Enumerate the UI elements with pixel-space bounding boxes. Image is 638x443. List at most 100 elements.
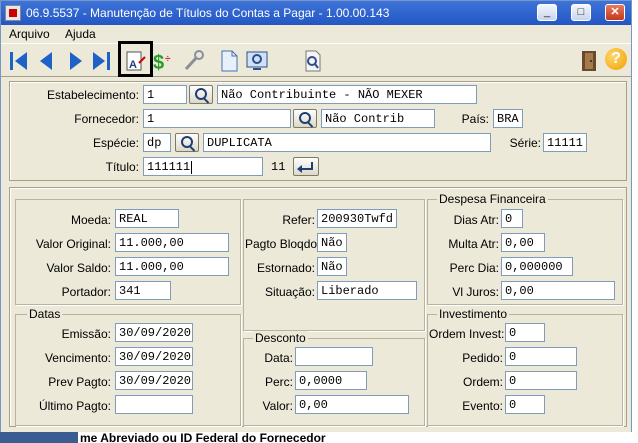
refer-label: Refer: — [282, 213, 315, 227]
despesa-group-title: Despesa Financeira — [437, 192, 548, 206]
menu-bar: Arquivo Ajuda — [1, 25, 631, 43]
dias-atr-field[interactable]: 0 — [501, 209, 523, 228]
desconto-valor-label: Valor: — [262, 399, 293, 413]
especie-field[interactable]: dp — [143, 133, 171, 152]
valor-saldo-label: Valor Saldo: — [46, 261, 111, 275]
estabelecimento-field[interactable]: 1 — [143, 85, 187, 104]
maximize-button[interactable]: □ — [571, 4, 591, 21]
evento-field[interactable]: 0 — [505, 395, 545, 414]
pagto-bloqdo-label: Pagto Bloqdo: — [245, 237, 321, 251]
text-caret — [191, 161, 192, 174]
status-bar: me Abreviado ou ID Federal do Fornecedor — [0, 432, 638, 443]
app-icon — [5, 5, 21, 21]
pais-field[interactable]: BRA — [493, 109, 523, 128]
situacao-field[interactable]: Liberado — [317, 281, 417, 300]
parcela-field[interactable]: 11 — [267, 157, 289, 176]
ordem-invest-label: Ordem Invest: — [429, 327, 505, 341]
serie-field[interactable]: 11111 — [543, 133, 587, 152]
portador-field[interactable]: 341 — [115, 281, 171, 300]
fornecedor-description: Não Contrib — [321, 109, 435, 128]
view-screen-icon[interactable] — [245, 49, 269, 73]
desconto-data-field[interactable] — [295, 347, 373, 366]
valor-original-label: Valor Original: — [35, 237, 111, 251]
previous-record-icon[interactable] — [35, 49, 59, 73]
moeda-field[interactable]: REAL — [115, 209, 179, 228]
desconto-perc-field[interactable]: 0,0000 — [295, 371, 367, 390]
desconto-group-title: Desconto — [253, 331, 308, 345]
status-text: me Abreviado ou ID Federal do Fornecedor — [80, 432, 326, 443]
money-icon[interactable]: $ ÷ — [151, 49, 175, 73]
refer-field[interactable]: 200930Twfd — [317, 209, 397, 228]
search-icon — [195, 88, 207, 100]
svg-text:$: $ — [153, 52, 164, 73]
status-bar-left — [0, 432, 78, 443]
main-window: 06.9.5537 - Manutenção de Títulos do Con… — [0, 0, 632, 436]
pais-label: País: — [461, 112, 489, 126]
estornado-field[interactable]: Não — [317, 257, 347, 276]
vl-juros-field[interactable]: 0,00 — [501, 281, 615, 300]
situacao-label: Situação: — [264, 285, 315, 299]
vencimento-label: Vencimento: — [44, 351, 111, 365]
desconto-perc-label: Perc: — [264, 375, 293, 389]
serie-label: Série: — [509, 136, 541, 150]
pedido-label: Pedido: — [462, 351, 503, 365]
first-record-icon[interactable] — [7, 49, 31, 73]
titulo-value: 111111 — [147, 160, 191, 174]
estabelecimento-search-button[interactable] — [189, 85, 213, 104]
pagto-bloqdo-field[interactable]: Não — [317, 233, 347, 252]
new-document-icon[interactable] — [217, 49, 241, 73]
ultimo-pagto-label: Último Pagto: — [38, 399, 111, 413]
titulo-label: Título: — [105, 160, 139, 174]
multa-atr-field[interactable]: 0,00 — [501, 233, 545, 252]
go-button[interactable] — [293, 157, 319, 176]
investimento-group-title: Investimento — [437, 307, 510, 321]
valor-saldo-field[interactable]: 11.000,00 — [115, 257, 229, 276]
fornecedor-search-button[interactable] — [293, 109, 317, 128]
close-button[interactable]: ✕ — [605, 4, 625, 21]
svg-text:÷: ÷ — [165, 54, 171, 65]
especie-description: DUPLICATA — [203, 133, 491, 152]
fornecedor-label: Fornecedor: — [74, 112, 139, 126]
minimize-button[interactable]: _ — [537, 4, 557, 21]
prev-pagto-field[interactable]: 30/09/2020 — [115, 371, 193, 390]
estornado-label: Estornado: — [256, 261, 315, 275]
moeda-label: Moeda: — [70, 213, 111, 227]
especie-search-button[interactable] — [175, 133, 199, 152]
titulo-field[interactable]: 111111 — [143, 157, 263, 176]
dias-atr-label: Dias Atr: — [453, 213, 499, 227]
menu-arquivo[interactable]: Arquivo — [9, 27, 50, 41]
ordem-invest-field[interactable]: 0 — [505, 323, 545, 342]
fornecedor-field[interactable]: 1 — [143, 109, 291, 128]
search-icon — [181, 136, 193, 148]
pedido-field[interactable]: 0 — [505, 347, 577, 366]
estabelecimento-description: Não Contribuinte - NÃO MEXER — [217, 85, 477, 104]
ordem-label: Ordem: — [462, 375, 503, 389]
especie-label: Espécie: — [92, 136, 139, 150]
search-document-icon[interactable] — [301, 49, 325, 73]
exit-door-icon[interactable] — [577, 49, 601, 73]
multa-atr-label: Multa Atr: — [448, 237, 499, 251]
evento-label: Evento: — [462, 399, 503, 413]
perc-dia-field[interactable]: 0,000000 — [501, 257, 573, 276]
prev-pagto-label: Prev Pagto: — [48, 375, 111, 389]
valor-original-field[interactable]: 11.000,00 — [115, 233, 229, 252]
last-record-icon[interactable] — [89, 49, 113, 73]
ordem-field[interactable]: 0 — [505, 371, 577, 390]
toolbar: A $ ÷ ? — [1, 43, 631, 77]
background-edge — [632, 0, 638, 443]
title-bar: 06.9.5537 - Manutenção de Títulos do Con… — [1, 1, 631, 25]
desconto-valor-field[interactable]: 0,00 — [295, 395, 409, 414]
edit-tool-highlight — [118, 41, 153, 77]
desconto-data-label: Data: — [264, 351, 293, 365]
datas-group-title: Datas — [27, 307, 63, 321]
help-icon[interactable]: ? — [605, 48, 627, 70]
menu-ajuda[interactable]: Ajuda — [65, 27, 96, 41]
ultimo-pagto-field[interactable] — [115, 395, 193, 414]
vencimento-field[interactable]: 30/09/2020 — [115, 347, 193, 366]
estabelecimento-label: Estabelecimento: — [46, 88, 139, 102]
wrench-icon[interactable] — [181, 49, 205, 73]
vl-juros-label: Vl Juros: — [452, 285, 499, 299]
next-record-icon[interactable] — [63, 49, 87, 73]
emissao-field[interactable]: 30/09/2020 — [115, 323, 193, 342]
window-title: 06.9.5537 - Manutenção de Títulos do Con… — [26, 6, 390, 20]
